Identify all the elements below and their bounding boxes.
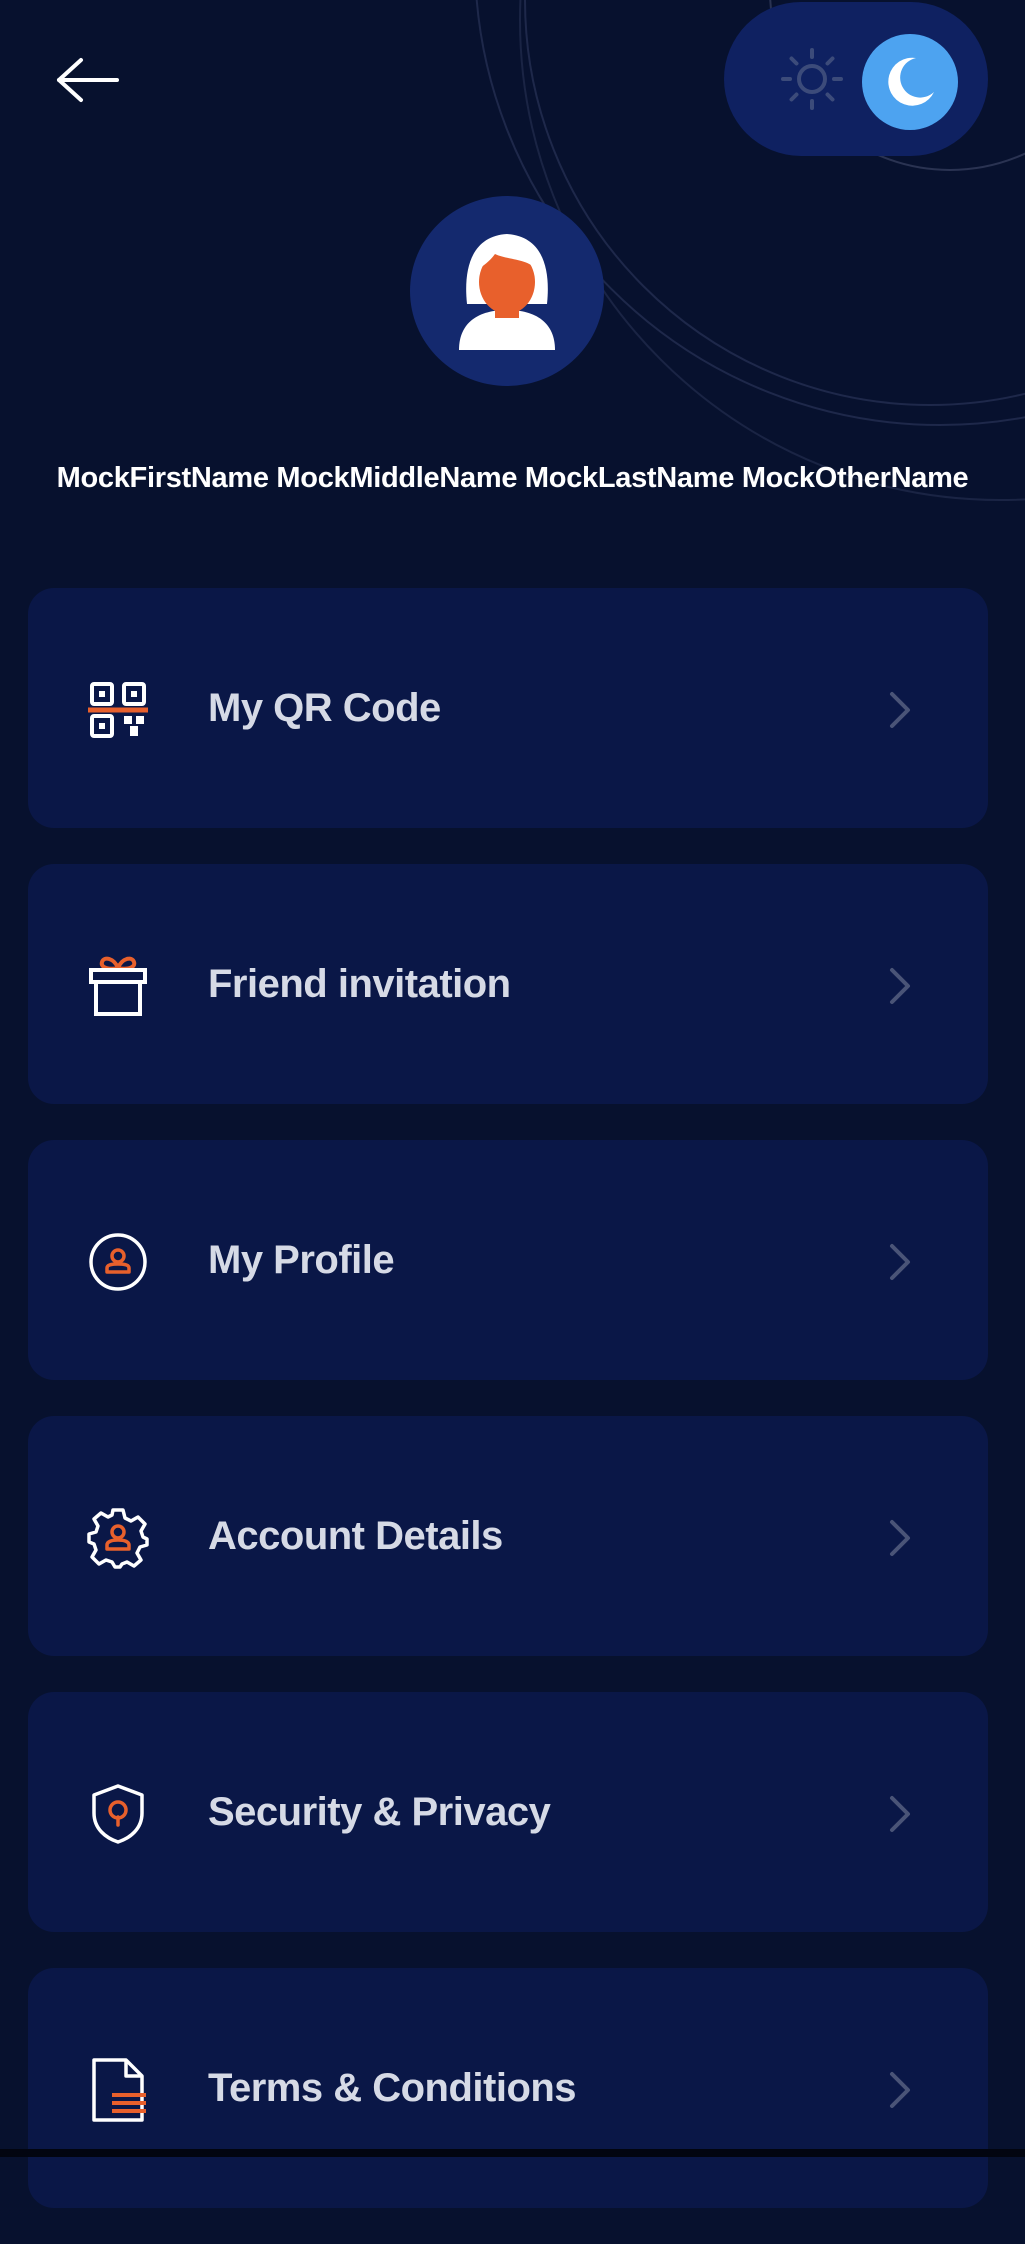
menu-item-security-privacy[interactable]: Security & Privacy — [28, 1692, 988, 1932]
back-button[interactable] — [48, 48, 128, 112]
user-avatar-icon — [459, 234, 555, 350]
bottom-edge — [0, 2149, 1025, 2157]
menu-item-terms-conditions[interactable]: Terms & Conditions — [28, 1968, 988, 2208]
chevron-right-icon — [880, 1516, 920, 1560]
qr-code-icon — [86, 678, 150, 742]
document-icon — [86, 2058, 150, 2122]
arrow-left-icon — [57, 58, 119, 102]
sun-icon[interactable] — [766, 33, 858, 125]
chevron-right-icon — [880, 1240, 920, 1284]
menu-item-label: Security & Privacy — [208, 1790, 551, 1834]
menu-item-my-profile[interactable]: My Profile — [28, 1140, 988, 1380]
menu-item-label: Account Details — [208, 1514, 503, 1558]
moon-icon — [888, 57, 934, 106]
profile-name: MockFirstName MockMiddleName MockLastNam… — [56, 462, 969, 494]
menu-item-account-details[interactable]: Account Details — [28, 1416, 988, 1656]
menu-item-label: Terms & Conditions — [208, 2066, 577, 2110]
avatar — [410, 196, 604, 386]
chevron-right-icon — [880, 688, 920, 732]
user-circle-icon — [86, 1230, 150, 1294]
gear-user-icon — [86, 1506, 150, 1570]
menu-item-label: My QR Code — [208, 686, 441, 730]
menu-item-qr-code[interactable]: My QR Code — [28, 588, 988, 828]
menu-item-label: My Profile — [208, 1238, 395, 1282]
menu-list: My QR Code Friend invitation My Profile … — [28, 588, 988, 2244]
chevron-right-icon — [880, 1792, 920, 1836]
gift-icon — [86, 954, 150, 1018]
theme-toggle-knob[interactable] — [862, 34, 958, 130]
menu-item-label: Friend invitation — [208, 962, 511, 1006]
chevron-right-icon — [880, 964, 920, 1008]
menu-item-friend-invitation[interactable]: Friend invitation — [28, 864, 988, 1104]
chevron-right-icon — [880, 2068, 920, 2112]
theme-toggle[interactable] — [724, 2, 988, 156]
shield-lock-icon — [86, 1782, 150, 1846]
